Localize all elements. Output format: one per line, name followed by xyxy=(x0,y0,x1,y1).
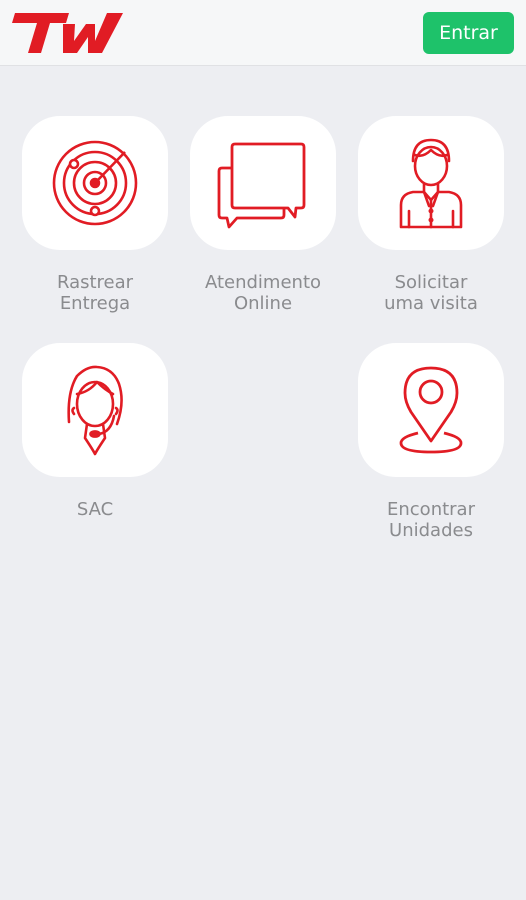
tile-online-support[interactable]: Atendimento Online xyxy=(190,116,336,314)
tw-logo xyxy=(12,13,123,53)
tile-label: SAC xyxy=(76,499,114,520)
tile-card[interactable] xyxy=(22,343,168,477)
tile-card[interactable] xyxy=(190,116,336,250)
tile-label: Encontrar Unidades xyxy=(387,499,475,541)
tile-card[interactable] xyxy=(358,116,504,250)
tile-label: Rastrear Entrega xyxy=(56,272,134,314)
tile-label: Solicitar uma visita xyxy=(384,272,478,314)
tile-label: Atendimento Online xyxy=(204,272,322,314)
tile-track-delivery[interactable]: Rastrear Entrega xyxy=(22,116,168,314)
radar-icon xyxy=(52,140,138,226)
tile-card[interactable] xyxy=(358,343,504,477)
tile-sac[interactable]: SAC xyxy=(22,343,168,520)
tile-request-visit[interactable]: Solicitar uma visita xyxy=(358,116,504,314)
chat-bubbles-icon xyxy=(217,142,306,229)
headset-agent-icon xyxy=(67,365,123,456)
tile-find-units[interactable]: Encontrar Unidades xyxy=(358,343,504,541)
map-pin-icon xyxy=(399,366,463,454)
enter-button[interactable]: Entrar xyxy=(423,12,514,54)
person-icon xyxy=(399,138,463,229)
app-header: Entrar xyxy=(0,0,526,66)
tile-card[interactable] xyxy=(22,116,168,250)
